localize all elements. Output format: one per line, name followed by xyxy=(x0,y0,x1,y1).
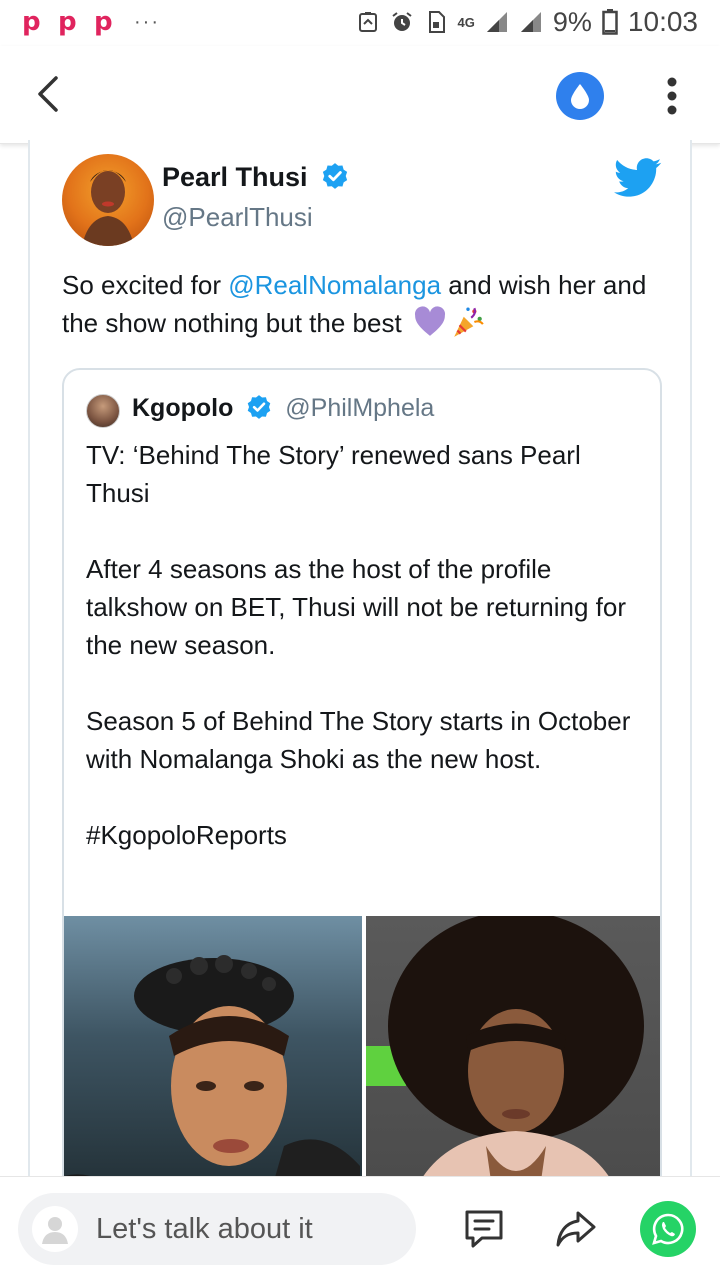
purple-heart-emoji xyxy=(414,306,445,336)
p-app-icon: p xyxy=(94,7,113,37)
recycle-bin-icon xyxy=(358,12,377,32)
water-drop-icon xyxy=(571,84,589,109)
water-drop-button[interactable] xyxy=(556,72,604,120)
status-app-icons: p p p ··· xyxy=(22,8,160,36)
author-name[interactable]: Pearl Thusi xyxy=(162,162,349,193)
author-avatar[interactable] xyxy=(62,154,154,246)
user-avatar-icon xyxy=(32,1206,78,1252)
quoted-author-handle[interactable]: @PhilMphela xyxy=(285,394,434,422)
quoted-paragraph: After 4 seasons as the host of the profi… xyxy=(86,554,627,660)
sim-card-icon xyxy=(428,11,445,33)
mention-link[interactable]: @RealNomalanga xyxy=(228,270,441,300)
quoted-author-name[interactable]: Kgopolo xyxy=(132,394,233,422)
quoted-author[interactable]: Kgopolo @PhilMphela xyxy=(132,394,434,423)
comment-icon[interactable] xyxy=(462,1207,506,1251)
party-popper-emoji xyxy=(454,307,484,337)
quoted-paragraph: TV: ‘Behind The Story’ renewed sans Pear… xyxy=(86,440,581,508)
signal-icon xyxy=(486,12,507,32)
quoted-paragraph: Season 5 of Behind The Story starts in O… xyxy=(86,706,631,774)
battery-icon xyxy=(602,9,618,35)
quoted-media xyxy=(64,916,660,1206)
vertical-dots-icon[interactable] xyxy=(654,74,690,118)
person-icon xyxy=(42,1217,68,1244)
battery-percent: 9% xyxy=(552,6,592,37)
photo-woman-crown xyxy=(64,955,360,1206)
alarm-icon xyxy=(391,12,412,31)
media-photo-right[interactable] xyxy=(366,916,660,1206)
quoted-hashtag[interactable]: #KgopoloReports xyxy=(86,816,646,854)
p-app-icon: p xyxy=(22,7,41,37)
network-type: 4G xyxy=(457,14,475,30)
chevron-left-icon[interactable] xyxy=(28,72,72,116)
p-app-icon: p xyxy=(58,7,77,37)
tweet-text: So excited for @RealNomalanga and wish h… xyxy=(62,266,662,342)
clock: 10:03 xyxy=(627,6,698,37)
quoted-author-avatar[interactable] xyxy=(86,394,120,428)
signal-icon xyxy=(520,12,541,32)
app-toolbar xyxy=(0,46,720,144)
comment-placeholder[interactable]: Let's talk about it xyxy=(96,1213,313,1246)
media-photo-left[interactable] xyxy=(64,916,362,1206)
verified-badge-icon xyxy=(248,395,271,419)
whatsapp-share-button[interactable] xyxy=(640,1201,696,1257)
tweet-text-part: So excited for xyxy=(62,270,229,300)
author-name-text[interactable]: Pearl Thusi xyxy=(162,162,308,192)
bottom-action-bar: Let's talk about it xyxy=(0,1176,720,1280)
twitter-bird-icon[interactable] xyxy=(614,158,662,198)
verified-badge-icon xyxy=(322,163,348,189)
more-notifications-icon: ··· xyxy=(134,10,160,33)
share-icon[interactable] xyxy=(554,1207,598,1251)
quoted-tweet[interactable]: Kgopolo @PhilMphela TV: ‘Behind The Stor… xyxy=(62,368,662,1208)
photo-woman-afro xyxy=(366,916,644,1206)
author-handle[interactable]: @PearlThusi xyxy=(162,202,313,233)
status-system-icons: 4G 9% 10:03 xyxy=(356,6,698,38)
comment-input[interactable]: Let's talk about it xyxy=(18,1193,416,1265)
quoted-tweet-body: TV: ‘Behind The Story’ renewed sans Pear… xyxy=(86,436,646,892)
status-bar: p p p ··· 4G 9% 10:03 xyxy=(0,0,720,46)
avatar-portrait xyxy=(82,170,134,246)
embedded-tweet[interactable]: Pearl Thusi @PearlThusi So excited for @… xyxy=(28,140,692,1208)
whatsapp-icon xyxy=(652,1213,684,1245)
